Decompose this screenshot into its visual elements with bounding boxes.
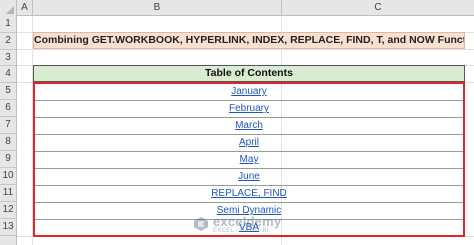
toc-link-january[interactable]: January bbox=[231, 86, 267, 97]
row-header-13[interactable]: 13 bbox=[0, 219, 17, 236]
row-header-2[interactable]: 2 bbox=[0, 33, 17, 50]
column-header-c[interactable]: C bbox=[282, 0, 474, 16]
title-cell[interactable]: Combining GET.WORKBOOK, HYPERLINK, INDEX… bbox=[33, 32, 465, 49]
spreadsheet: A B C 1 2 3 4 5 6 7 8 9 10 11 12 13 Comb… bbox=[0, 0, 474, 245]
toc-header[interactable]: Table of Contents bbox=[33, 65, 465, 82]
toc-row: February bbox=[35, 101, 463, 118]
toc-row: June bbox=[35, 169, 463, 186]
row-header-14-partial bbox=[0, 236, 17, 245]
row-header-12[interactable]: 12 bbox=[0, 202, 17, 219]
toc-link-semi-dynamic[interactable]: Semi Dynamic bbox=[217, 205, 281, 216]
column-header-b[interactable]: B bbox=[33, 0, 282, 16]
toc-link-march[interactable]: March bbox=[235, 120, 263, 131]
toc-row: May bbox=[35, 152, 463, 169]
toc-row: April bbox=[35, 135, 463, 152]
toc-link-april[interactable]: April bbox=[239, 137, 259, 148]
row-header-8[interactable]: 8 bbox=[0, 134, 17, 151]
toc-link-may[interactable]: May bbox=[240, 154, 259, 165]
row-header-3[interactable]: 3 bbox=[0, 50, 17, 66]
toc-link-june[interactable]: June bbox=[238, 171, 260, 182]
row-header-6[interactable]: 6 bbox=[0, 100, 17, 117]
toc-link-vba[interactable]: VBA bbox=[239, 222, 259, 233]
toc-row: REPLACE, FIND bbox=[35, 186, 463, 203]
row-header-10[interactable]: 10 bbox=[0, 168, 17, 185]
gridline-horizontal bbox=[17, 49, 474, 50]
toc-table: January February March April May June RE… bbox=[33, 82, 465, 237]
row-header-9[interactable]: 9 bbox=[0, 151, 17, 168]
toc-row: Semi Dynamic bbox=[35, 203, 463, 220]
row-header-11[interactable]: 11 bbox=[0, 185, 17, 202]
toc-row: January bbox=[35, 84, 463, 101]
toc-link-replace-find[interactable]: REPLACE, FIND bbox=[211, 188, 287, 199]
select-all-triangle-icon bbox=[6, 6, 14, 14]
column-header-a[interactable]: A bbox=[17, 0, 33, 16]
row-header-4[interactable]: 4 bbox=[0, 66, 17, 83]
row-header-1[interactable]: 1 bbox=[0, 16, 17, 33]
row-header-7[interactable]: 7 bbox=[0, 117, 17, 134]
column-header-bar: A B C bbox=[0, 0, 474, 16]
toc-link-february[interactable]: February bbox=[229, 103, 269, 114]
toc-row: March bbox=[35, 118, 463, 135]
row-header-5[interactable]: 5 bbox=[0, 83, 17, 100]
toc-row: VBA bbox=[35, 220, 463, 237]
select-all-corner[interactable] bbox=[0, 0, 17, 16]
